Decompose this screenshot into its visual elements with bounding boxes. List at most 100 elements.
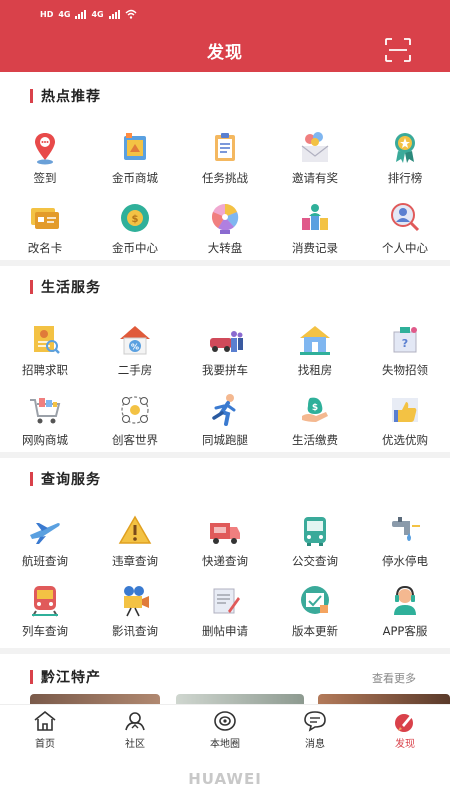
grid-item-maker-world[interactable]: 创客世界 [90,392,180,448]
grid-item-spending-record[interactable]: 消费记录 [270,200,360,256]
tab-community[interactable]: 社区 [90,705,180,752]
grid-item-label: 招聘求职 [22,363,68,377]
ranking-medal-icon [386,130,424,166]
discover-rocket-icon [392,709,418,733]
signal-bars-icon [108,9,120,19]
scan-button[interactable] [384,37,412,63]
scan-icon [385,38,411,62]
svg-text:$: $ [312,403,318,413]
grid-item-label: 创客世界 [112,433,158,447]
delivery-truck-icon [206,513,244,549]
grid-item-invite-envelope[interactable]: 邀请有奖 [270,130,360,186]
shopping-cart-icon [26,392,64,428]
signal-label-1: 4G [58,9,71,19]
grid-item-second-hand-house[interactable]: % 二手房 [90,322,180,378]
grid-item-delivery-truck[interactable]: 快递查询 [180,513,270,569]
grid-item-location-checkin[interactable]: 签到 [0,130,90,186]
grid-item-rename-card[interactable]: 改名卡 [0,200,90,256]
grid-item-version-update[interactable]: 版本更新 [270,583,360,639]
grid-item-label: 违章查询 [112,554,158,568]
section-header-query: 查询服务 [30,469,101,489]
grid-item-prize-wheel[interactable]: 大转盘 [180,200,270,256]
bottom-tab-bar: 首页 社区 本地圈 消息 发现 [0,704,450,752]
grid-item-rental-house[interactable]: 找租房 [270,322,360,378]
device-brand-logo: HUAWEI [188,770,262,788]
job-resume-icon [26,322,64,358]
spending-record-icon [296,200,334,236]
bus-icon [296,513,334,549]
water-tap-icon [386,513,424,549]
grid-item-movie-camera[interactable]: 影讯查询 [90,583,180,639]
maker-world-icon [116,392,154,428]
movie-camera-icon [116,583,154,619]
tab-local-circle[interactable]: 本地圈 [180,705,270,752]
tab-label: 消息 [305,739,325,750]
grid-item-delete-post[interactable]: 删帖申请 [180,583,270,639]
section-title: 热点推荐 [41,89,101,105]
grid-item-carpool[interactable]: 我要拼车 [180,322,270,378]
page-title: 发现 [207,43,243,63]
tab-home[interactable]: 首页 [0,705,90,752]
grid-item-label: 找租房 [297,363,333,377]
grid-item-profile-search[interactable]: 个人中心 [360,200,450,256]
specialty-image[interactable] [176,694,304,704]
home-icon [32,709,58,733]
second-hand-house-icon: % [116,322,154,358]
task-clipboard-icon [206,130,244,166]
grid-item-thumbs-up[interactable]: 优选优购 [360,392,450,448]
grid-item-lost-found[interactable]: ? 失物招领 [360,322,450,378]
grid-item-label: 快递查询 [202,554,248,568]
grid-item-job-resume[interactable]: 招聘求职 [0,322,90,378]
profile-search-icon [386,200,424,236]
query-grid: 航班查询 违章查询 快递查询 公交查询 停水停电列车查询 影讯查询 删帖申请 版本更新 APP客… [0,513,450,639]
section-divider [0,648,450,654]
specialty-image[interactable] [30,694,160,704]
grid-item-customer-service[interactable]: APP客服 [360,583,450,639]
signal-bars-icon [75,9,87,19]
grid-item-task-clipboard[interactable]: 任务挑战 [180,130,270,186]
grid-item-label: 失物招领 [382,363,428,377]
section-divider [0,260,450,266]
bill-payment-icon: $ [296,392,334,428]
grid-item-bill-payment[interactable]: $ 生活缴费 [270,392,360,448]
grid-item-ranking-medal[interactable]: 排行榜 [360,130,450,186]
grid-item-label: APP客服 [382,624,428,638]
grid-item-warning-triangle[interactable]: 违章查询 [90,513,180,569]
hot-grid: 签到 金币商城 任务挑战 邀请有奖 排行榜改名卡 $ 金币中心 大转盘 消费记录 个人中心 [0,130,450,256]
grid-item-label: 生活缴费 [292,433,338,447]
grid-item-label: 影讯查询 [112,624,158,638]
section-title: 查询服务 [41,472,101,488]
tab-messages[interactable]: 消息 [270,705,360,752]
tab-label: 首页 [35,739,55,750]
wifi-icon [125,9,137,19]
tab-discover[interactable]: 发现 [360,705,450,752]
grid-item-label: 改名卡 [27,241,63,255]
grid-item-label: 排行榜 [387,171,423,185]
carpool-icon [206,322,244,358]
train-icon [26,583,64,619]
grid-item-label: 邀请有奖 [292,171,338,185]
grid-item-shopping-cart[interactable]: 网购商城 [0,392,90,448]
grid-item-label: 任务挑战 [202,171,248,185]
svg-text:?: ? [402,337,408,350]
grid-item-bus[interactable]: 公交查询 [270,513,360,569]
grid-item-label: 二手房 [117,363,153,377]
grid-item-label: 消费记录 [292,241,338,255]
section-accent-bar [30,280,33,294]
grid-item-coin-center[interactable]: $ 金币中心 [90,200,180,256]
section-header-life: 生活服务 [30,277,101,297]
tab-label: 本地圈 [210,739,240,750]
grid-item-train[interactable]: 列车查询 [0,583,90,639]
section-title: 黔江特产 [41,670,101,686]
grid-item-water-tap[interactable]: 停水停电 [360,513,450,569]
signal-label-2: 4G [91,9,104,19]
rental-house-icon [296,322,334,358]
thumbs-up-icon [386,392,424,428]
section-accent-bar [30,89,33,103]
view-more-link[interactable]: 查看更多 [372,670,416,686]
grid-item-coin-store[interactable]: 金币商城 [90,130,180,186]
grid-item-running-errand[interactable]: 同城跑腿 [180,392,270,448]
specialty-image[interactable] [318,694,450,704]
grid-item-label: 列车查询 [22,624,68,638]
grid-item-airplane[interactable]: 航班查询 [0,513,90,569]
